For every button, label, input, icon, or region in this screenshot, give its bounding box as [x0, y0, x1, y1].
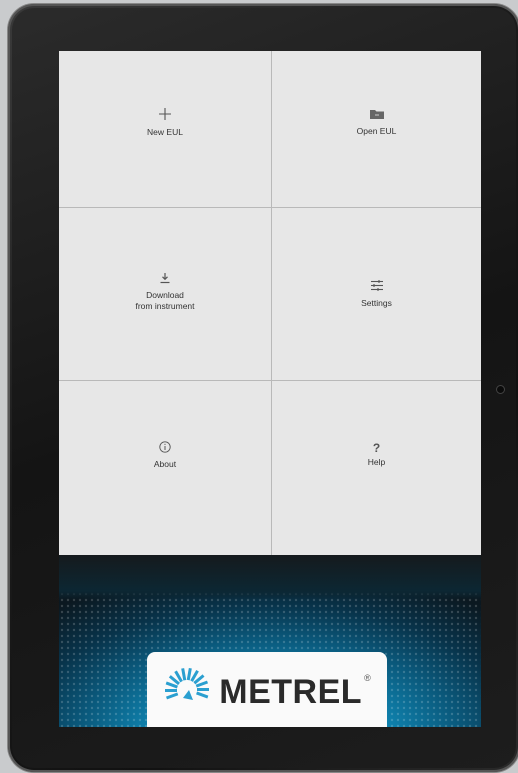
- logo-text: METREL: [219, 672, 363, 711]
- registered-mark: ®: [364, 673, 371, 683]
- metrel-logo: METREL ®: [147, 652, 387, 727]
- brand-banner-area: METREL ®: [59, 51, 481, 727]
- logo-emblem-icon: [163, 666, 211, 719]
- camera-dot: [496, 385, 505, 394]
- banner-shadow: [59, 555, 481, 600]
